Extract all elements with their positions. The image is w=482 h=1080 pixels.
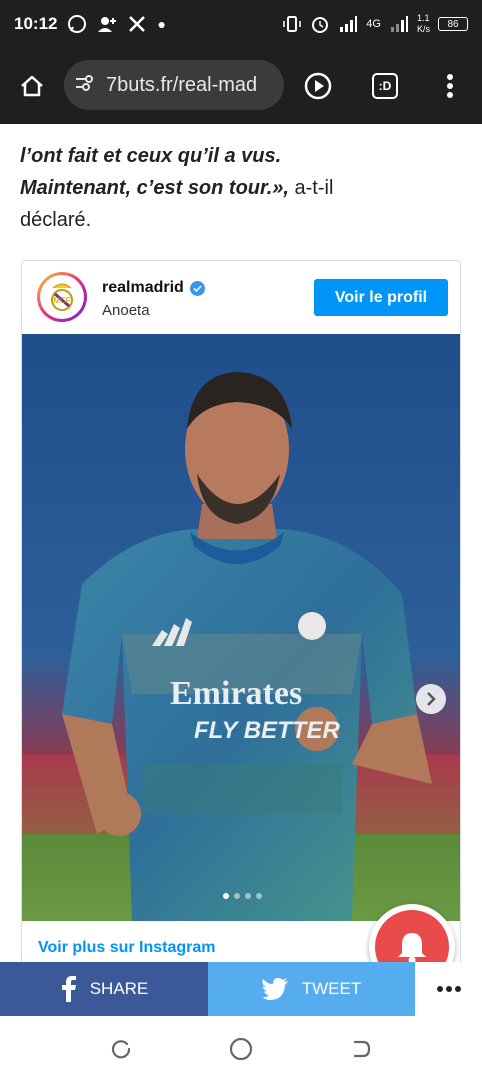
view-profile-button[interactable]: Voir le profil — [314, 279, 448, 316]
carousel-dots — [22, 893, 460, 899]
whatsapp-icon — [67, 14, 87, 34]
share-bar: SHARE TWEET — [0, 962, 482, 1016]
verified-badge-icon — [189, 280, 205, 296]
alarm-icon — [310, 14, 330, 34]
post-photo[interactable]: Emirates FLY BETTER — [22, 334, 460, 921]
instagram-embed: MCF realmadrid Anoeta Voir le profil Emi… — [21, 260, 461, 980]
system-navigation-bar — [0, 1016, 482, 1080]
back-button[interactable] — [348, 1036, 374, 1062]
notification-dot-icon: ● — [157, 16, 166, 32]
signal-icon — [338, 14, 358, 34]
browser-toolbar: 7buts.fr/real-mad :D — [0, 48, 482, 124]
vibrate-icon — [282, 14, 302, 34]
carousel-dot — [244, 893, 251, 899]
embed-header: MCF realmadrid Anoeta Voir le profil — [22, 261, 460, 334]
play-icon — [304, 72, 332, 100]
attribution-line-2: déclaré. — [20, 209, 92, 231]
menu-button[interactable] — [430, 66, 470, 106]
status-bar: 10:12 ● 4G 1.1 K/s 86 — [0, 0, 482, 48]
url-bar[interactable]: 7buts.fr/real-mad — [64, 60, 284, 110]
network-speed: 1.1 K/s — [416, 13, 430, 34]
network-type: 4G — [366, 18, 381, 30]
carousel-next-button[interactable] — [416, 684, 446, 714]
home-circle-icon — [229, 1037, 253, 1061]
carousel-dot — [222, 893, 229, 899]
real-madrid-crest-icon: MCF — [51, 283, 73, 311]
recents-button[interactable] — [108, 1036, 134, 1062]
home-icon — [21, 75, 43, 97]
url-text: 7buts.fr/real-mad — [106, 73, 258, 96]
carousel-dot — [233, 893, 240, 899]
chevron-right-icon — [427, 692, 436, 706]
status-time: 10:12 — [14, 14, 58, 33]
twitter-bird-icon — [261, 978, 288, 1000]
jersey-sponsor-subtext: FLY BETTER — [194, 717, 340, 744]
site-settings-icon[interactable] — [74, 72, 96, 99]
facebook-icon — [61, 976, 76, 1002]
avatar[interactable]: MCF — [37, 272, 87, 322]
article-body: l’ont fait et ceux qu’il a vus. Maintena… — [20, 124, 460, 236]
attribution: a-t-il — [288, 177, 334, 199]
battery-indicator: 86 — [438, 17, 468, 31]
article-paragraph: l’ont fait et ceux qu’il a vus. Maintena… — [20, 140, 460, 236]
facebook-share-label: SHARE — [89, 979, 149, 998]
jersey-sponsor-text: Emirates — [170, 675, 302, 712]
x-icon — [127, 14, 147, 34]
carousel-dot — [255, 893, 262, 899]
bell-icon — [398, 933, 426, 964]
back-icon — [353, 1040, 371, 1058]
recents-icon — [111, 1040, 131, 1059]
signal-2-icon — [389, 14, 409, 34]
account-info: realmadrid Anoeta — [102, 279, 205, 319]
play-button[interactable] — [298, 66, 338, 106]
more-horiz-icon — [436, 986, 461, 992]
more-vert-icon — [447, 74, 453, 98]
more-share-options-button[interactable] — [415, 962, 482, 1016]
tab-switcher-icon: :D — [372, 73, 398, 99]
home-nav-button[interactable] — [228, 1036, 254, 1062]
view-more-instagram-link[interactable]: Voir plus sur Instagram — [38, 939, 216, 957]
add-contact-icon — [97, 14, 117, 34]
twitter-share-button[interactable]: TWEET — [208, 962, 415, 1016]
quote-line-2: Maintenant, c’est son tour.», — [20, 177, 289, 199]
twitter-share-label: TWEET — [301, 979, 362, 998]
home-button[interactable] — [12, 66, 52, 106]
tab-switcher-button[interactable]: :D — [365, 66, 405, 106]
post-location[interactable]: Anoeta — [102, 302, 205, 319]
svg-text:MCF: MCF — [53, 296, 70, 305]
account-name[interactable]: realmadrid — [102, 279, 184, 297]
facebook-share-button[interactable]: SHARE — [0, 962, 208, 1016]
clipped-line — [20, 120, 460, 130]
quote-line-1: l’ont fait et ceux qu’il a vus. — [20, 145, 282, 167]
